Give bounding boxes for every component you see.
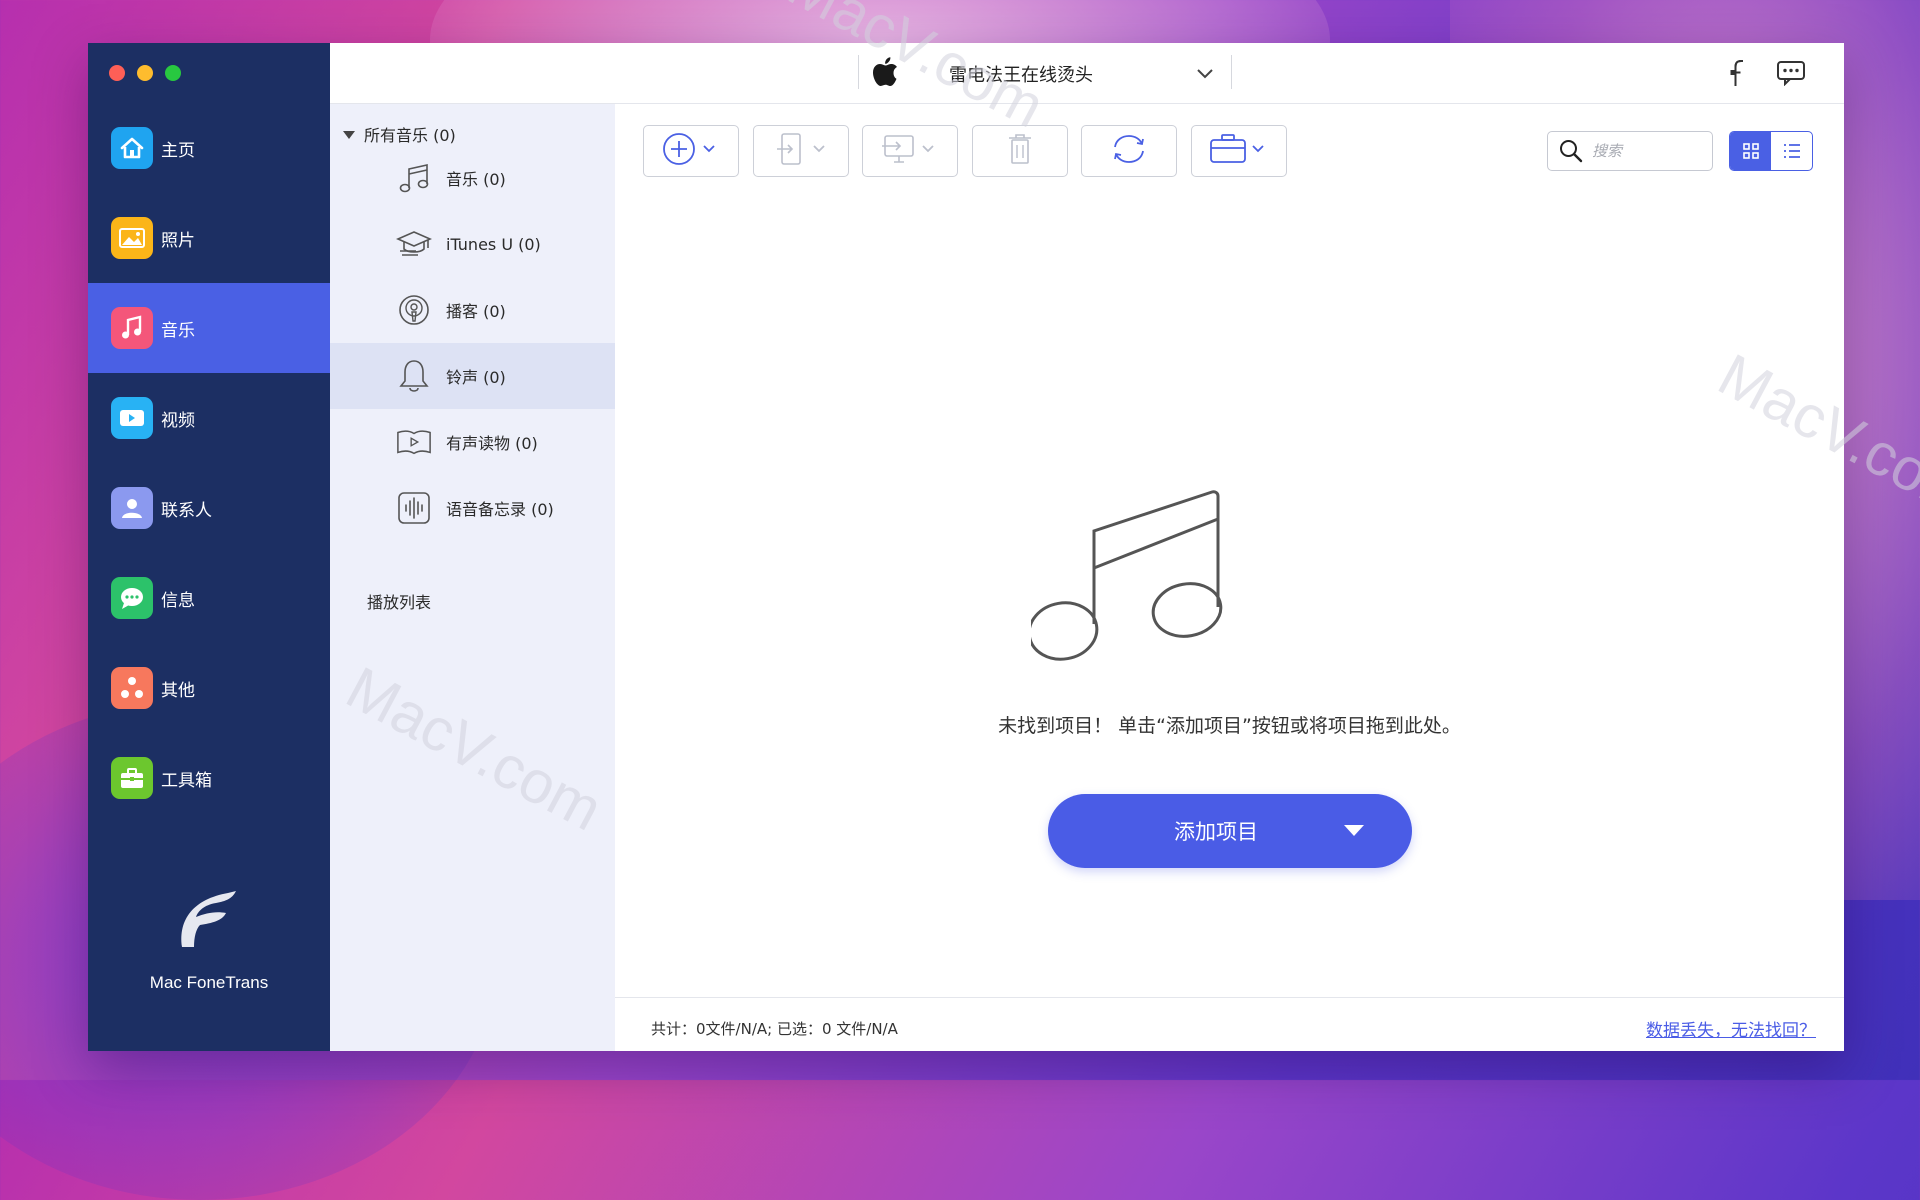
chevron-down-icon[interactable] [1196, 65, 1214, 84]
toolbox-button[interactable] [1191, 125, 1287, 177]
app-window: 主页 照片 音乐 视频 联系人 信息 其他 工具箱 Mac FoneTrans … [88, 43, 1844, 1051]
sidebar-item-video[interactable]: 视频 [88, 373, 330, 463]
sidebar-item-toolbox[interactable]: 工具箱 [88, 733, 330, 823]
list-view-button[interactable] [1771, 132, 1812, 170]
category-item-podcasts[interactable]: 播客 (0) [330, 277, 615, 343]
music-note-icon [396, 160, 432, 196]
voice-memo-icon [396, 490, 432, 526]
status-summary: 共计：0文件/N/A; 已选：0 文件/N/A [651, 1020, 898, 1038]
status-bar: 共计：0文件/N/A; 已选：0 文件/N/A 数据丢失，无法找回？ [615, 997, 1844, 1051]
photo-icon [111, 217, 153, 259]
sidebar-item-label: 其他 [161, 680, 195, 701]
export-to-device-icon [771, 131, 831, 171]
sidebar-item-label: 工具箱 [161, 770, 212, 791]
sidebar-item-label: 音乐 [161, 320, 195, 341]
add-item-button[interactable]: 添加项目 [1048, 794, 1412, 868]
sidebar-item-photos[interactable]: 照片 [88, 193, 330, 283]
sidebar-item-label: 视频 [161, 410, 195, 431]
message-icon [111, 577, 153, 619]
grid-icon [1742, 142, 1760, 160]
video-icon [111, 397, 153, 439]
export-to-pc-button[interactable] [862, 125, 958, 177]
apple-icon [872, 57, 898, 91]
zoom-window-button[interactable] [165, 65, 181, 81]
sidebar-item-contacts[interactable]: 联系人 [88, 463, 330, 553]
search-input-box[interactable] [1547, 131, 1713, 171]
category-panel: 所有音乐 (0) 音乐 (0) iTunes U (0) 播客 (0) 铃声 ( [330, 104, 615, 1051]
category-label: 播客 (0) [446, 302, 506, 321]
sidebar-item-label: 信息 [161, 590, 195, 611]
podcast-icon [396, 292, 432, 328]
category-label: 音乐 (0) [446, 170, 506, 189]
divider [1231, 55, 1232, 89]
empty-music-illustration [1027, 484, 1231, 688]
app-logo [176, 889, 242, 953]
feedback-chat-icon[interactable] [1776, 60, 1806, 90]
main-content: 未找到项目！ 单击“添加项目”按钮或将项目拖到此处。 添加项目 共计：0文件/N… [615, 104, 1844, 1051]
grid-view-button[interactable] [1730, 132, 1771, 170]
other-icon [111, 667, 153, 709]
top-bar: 雷电法王在线烫头 [330, 43, 1844, 104]
category-label: 铃声 (0) [446, 368, 506, 387]
audiobook-icon [396, 424, 432, 460]
category-item-itunes-u[interactable]: iTunes U (0) [330, 211, 615, 277]
minimize-window-button[interactable] [137, 65, 153, 81]
delete-button[interactable] [972, 125, 1068, 177]
export-to-device-button[interactable] [753, 125, 849, 177]
category-item-music[interactable]: 音乐 (0) [330, 145, 615, 211]
category-item-audiobooks[interactable]: 有声读物 (0) [330, 409, 615, 475]
app-name: Mac FoneTrans [149, 973, 269, 992]
add-item-label: 添加项目 [1174, 820, 1258, 844]
contacts-icon [111, 487, 153, 529]
home-icon [111, 127, 153, 169]
view-toggle [1729, 131, 1813, 171]
sidebar-item-label: 联系人 [161, 500, 212, 521]
search-icon [1558, 138, 1584, 164]
sidebar-item-label: 主页 [161, 140, 195, 161]
collapse-triangle-icon[interactable] [342, 125, 356, 144]
sidebar-item-other[interactable]: 其他 [88, 643, 330, 733]
toolbox-icon [1207, 131, 1271, 171]
toolbox-icon [111, 757, 153, 799]
facebook-icon[interactable] [1730, 59, 1746, 91]
music-icon [111, 307, 153, 349]
sidebar-item-label: 照片 [161, 230, 195, 251]
data-recovery-link[interactable]: 数据丢失，无法找回？ [1646, 1016, 1816, 1041]
playlist-header[interactable]: 播放列表 [367, 589, 431, 613]
sync-icon [1109, 132, 1149, 170]
graduation-cap-icon [396, 226, 432, 262]
category-label: iTunes U (0) [446, 234, 541, 254]
category-label: 有声读物 (0) [446, 434, 538, 453]
close-window-button[interactable] [109, 65, 125, 81]
category-item-ringtones[interactable]: 铃声 (0) [330, 343, 615, 409]
trash-icon [1005, 132, 1035, 170]
sidebar-item-messages[interactable]: 信息 [88, 553, 330, 643]
list-icon [1782, 142, 1802, 160]
category-item-voice-memos[interactable]: 语音备忘录 (0) [330, 475, 615, 541]
add-icon [661, 131, 721, 171]
category-label: 语音备忘录 (0) [446, 500, 554, 519]
device-name[interactable]: 雷电法王在线烫头 [949, 61, 1093, 87]
all-music-label: 所有音乐 (0) [364, 126, 456, 145]
search-input[interactable] [1590, 141, 1694, 161]
empty-state-message: 未找到项目！ 单击“添加项目”按钮或将项目拖到此处。 [998, 715, 1461, 737]
sidebar: 主页 照片 音乐 视频 联系人 信息 其他 工具箱 Mac FoneTrans [88, 43, 330, 1051]
add-button[interactable] [643, 125, 739, 177]
sidebar-item-music[interactable]: 音乐 [88, 283, 330, 373]
dropdown-caret-icon[interactable] [1344, 825, 1364, 836]
export-to-pc-icon [880, 131, 940, 171]
bell-icon [396, 358, 432, 394]
sync-button[interactable] [1081, 125, 1177, 177]
divider [858, 55, 859, 89]
sidebar-item-home[interactable]: 主页 [88, 103, 330, 193]
all-music-header[interactable]: 所有音乐 (0) [342, 122, 456, 146]
